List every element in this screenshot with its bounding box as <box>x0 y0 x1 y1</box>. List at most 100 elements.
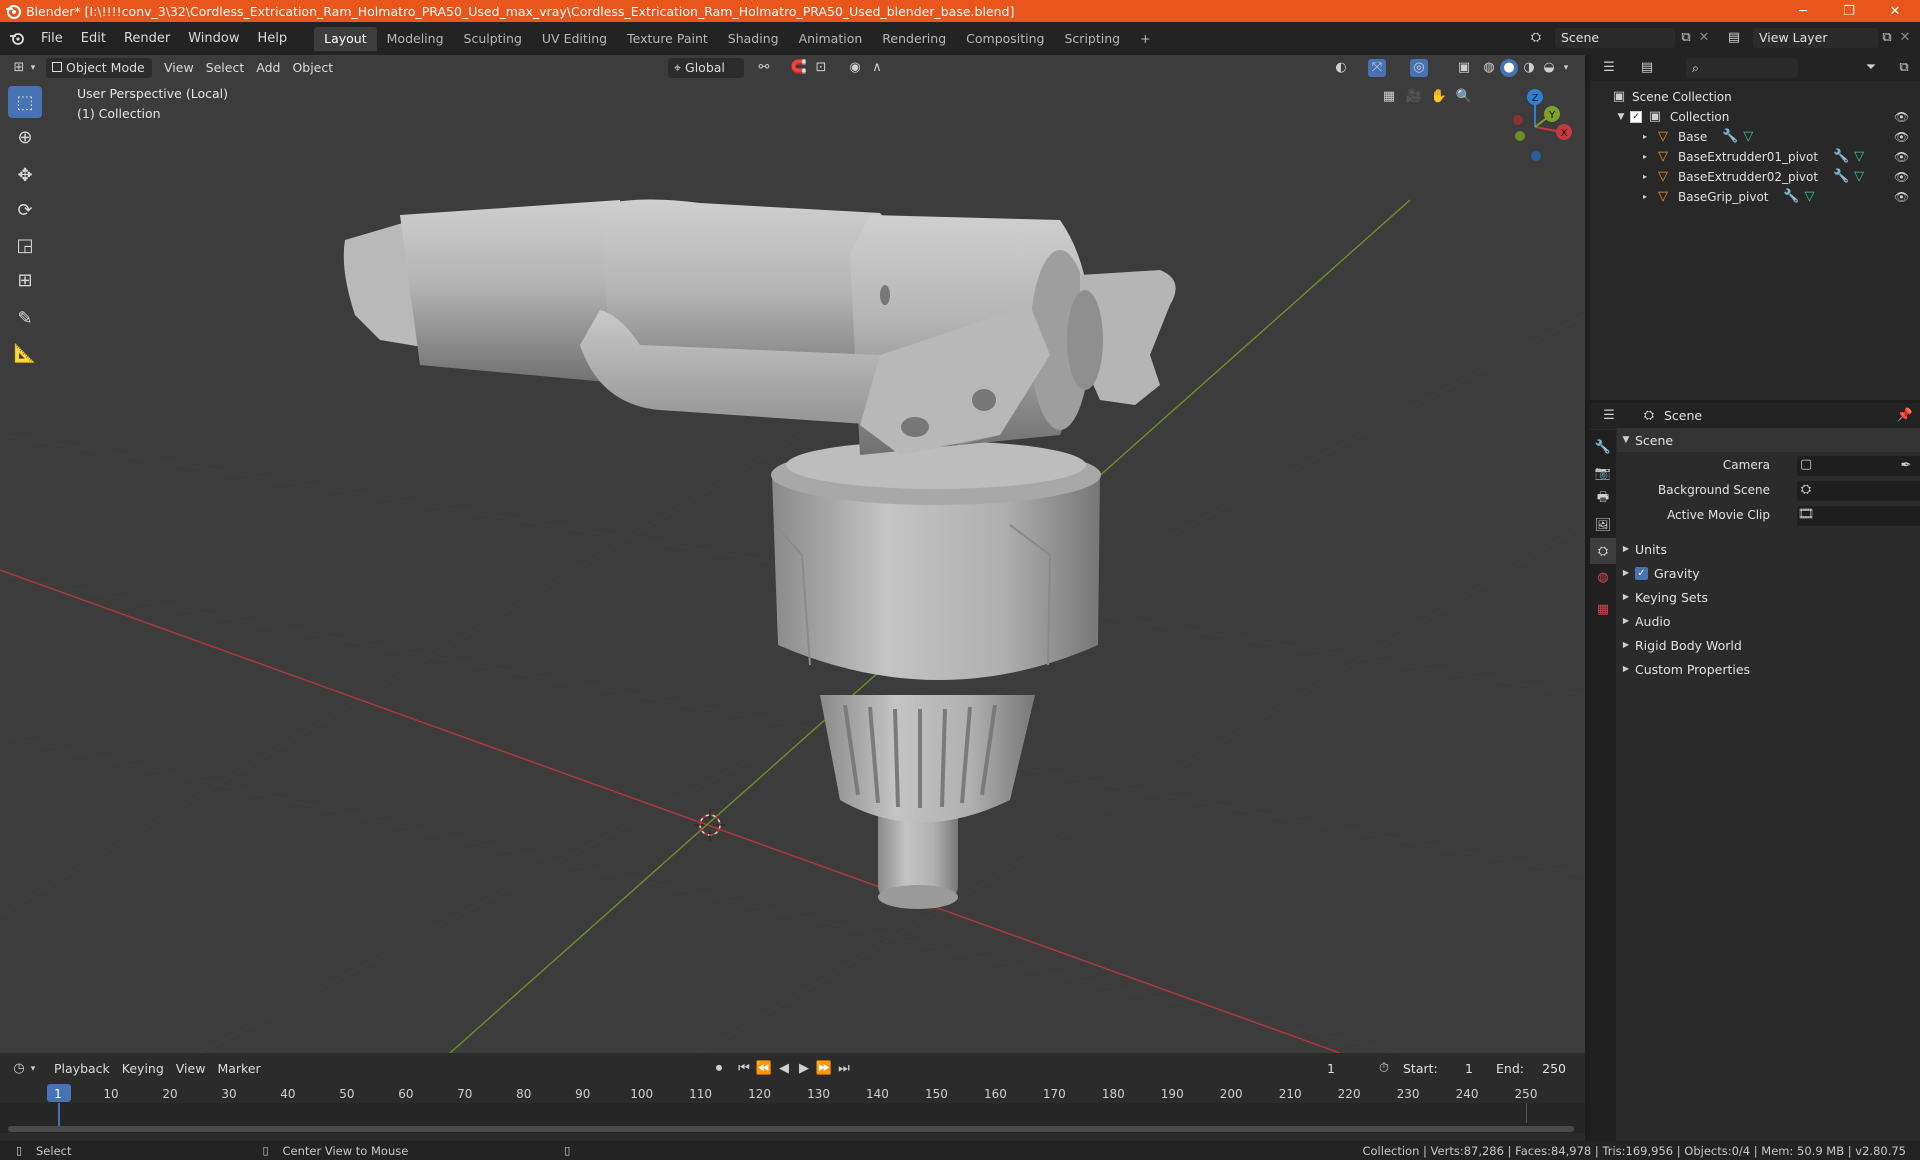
tab-uv-editing[interactable]: UV Editing <box>532 27 617 51</box>
end-frame-field[interactable]: End: 250 <box>1490 1059 1572 1079</box>
viewport-menu-select[interactable]: Select <box>200 58 251 78</box>
jump-start-icon[interactable]: ⏮ <box>735 1060 753 1078</box>
eye-icon[interactable]: 👁 <box>1894 150 1909 164</box>
view-layer-new-icon[interactable]: ⧉ <box>1878 29 1896 47</box>
rigid-body-world-panel-header[interactable]: ▶ Rigid Body World <box>1617 633 1920 657</box>
move-tool[interactable]: ✥ <box>8 159 42 191</box>
scene-new-icon[interactable]: ⧉ <box>1677 29 1695 47</box>
tab-scripting[interactable]: Scripting <box>1055 27 1131 51</box>
expand-right-icon[interactable]: ▸ <box>1636 148 1654 166</box>
record-icon[interactable]: ⏺ <box>710 1060 728 1078</box>
shading-options-chevron-icon[interactable]: ▾ <box>1560 59 1572 77</box>
next-keyframe-icon[interactable]: ⏩ <box>815 1060 833 1078</box>
transform-tool[interactable]: ⊞ <box>8 264 42 296</box>
outliner-search-input[interactable]: ⌕ <box>1686 58 1798 78</box>
expand-down-icon[interactable]: ▼ <box>1612 108 1630 126</box>
scene-panel-header[interactable]: ▼ Scene <box>1617 428 1920 452</box>
snap-icon[interactable]: 🧲 <box>790 59 808 77</box>
outliner-row-baseextrudder01[interactable]: ▸ ▽ BaseExtrudder01_pivot 🔧 ▽ 👁 <box>1590 147 1920 167</box>
timeline-menu-keying[interactable]: Keying <box>116 1059 170 1079</box>
zoom-icon[interactable]: 🔍 <box>1455 88 1473 106</box>
outliner-editor-icon[interactable]: ☰ <box>1600 59 1618 77</box>
active-movie-clip-field[interactable]: 🎞 <box>1797 506 1920 526</box>
tab-scene[interactable]: ⛭ <box>1590 538 1616 564</box>
add-workspace-button[interactable]: + <box>1130 27 1160 51</box>
gizmo-neg-x-axis[interactable] <box>1513 115 1523 125</box>
mesh-data-icon[interactable]: ▽ <box>1850 148 1868 166</box>
transform-orientation-dropdown[interactable]: ⌖ Global <box>668 58 744 78</box>
properties-editor-icon[interactable]: ☰ <box>1600 407 1618 425</box>
viewport-scene[interactable] <box>0 55 1585 1053</box>
rotate-tool[interactable]: ⟳ <box>8 194 42 226</box>
keying-sets-panel-header[interactable]: ▶ Keying Sets <box>1617 585 1920 609</box>
gizmo-neg-y-axis[interactable] <box>1515 131 1525 141</box>
tab-rendering[interactable]: Rendering <box>872 27 956 51</box>
eye-icon[interactable]: 👁 <box>1894 110 1909 124</box>
play-icon[interactable]: ▶ <box>795 1060 813 1078</box>
timeline-menu-marker[interactable]: Marker <box>211 1059 266 1079</box>
prev-keyframe-icon[interactable]: ⏪ <box>755 1060 773 1078</box>
editor-type-icon[interactable]: ⊞ <box>10 59 28 77</box>
snap-target-icon[interactable]: ⊡ <box>812 59 830 77</box>
rendered-shading-icon[interactable]: ◒ <box>1540 59 1558 77</box>
menu-help[interactable]: Help <box>249 28 297 50</box>
tab-layout[interactable]: Layout <box>314 26 377 51</box>
proportional-edit-icon[interactable]: ◉ <box>846 59 864 77</box>
timeline-menu-playback[interactable]: Playback <box>48 1059 116 1079</box>
outliner-row-basegrip[interactable]: ▸ ▽ BaseGrip_pivot 🔧 ▽ 👁 <box>1590 187 1920 207</box>
tab-render[interactable]: 📷 <box>1590 460 1616 486</box>
gizmo-toggle-icon[interactable]: ⤧ <box>1368 59 1386 77</box>
minimize-button[interactable]: ─ <box>1780 0 1826 22</box>
custom-properties-panel-header[interactable]: ▶ Custom Properties <box>1617 657 1920 681</box>
tab-compositing[interactable]: Compositing <box>956 27 1054 51</box>
viewport-menu-view[interactable]: View <box>158 58 200 78</box>
view-layer-close-icon[interactable]: ✕ <box>1896 29 1914 47</box>
timeline-ruler[interactable]: 1 10 20 30 40 50 60 70 80 90 100 110 120 130 140 150 160… <box>0 1083 1585 1103</box>
mesh-data-icon[interactable]: ▽ <box>1801 188 1819 206</box>
menu-edit[interactable]: Edit <box>72 28 115 50</box>
jump-end-icon[interactable]: ⏭ <box>835 1060 853 1078</box>
tab-texture-paint[interactable]: Texture Paint <box>617 27 718 51</box>
toggle-camera-grid-icon[interactable]: ▦ <box>1380 88 1398 106</box>
menu-file[interactable]: File <box>32 28 72 50</box>
checkbox-icon[interactable]: ✓ <box>1630 111 1642 123</box>
pan-hand-icon[interactable]: ✋ <box>1430 88 1448 106</box>
stopwatch-icon[interactable]: ⏱ <box>1375 1060 1393 1078</box>
view-layer-browse-icon[interactable]: ▤ <box>1725 29 1743 47</box>
select-box-tool[interactable]: ⬚ <box>8 86 42 118</box>
visibility-icon[interactable]: ◐ <box>1332 59 1350 77</box>
filter-icon[interactable]: ⏷ <box>1862 59 1880 77</box>
eye-icon[interactable]: 👁 <box>1894 190 1909 204</box>
tab-world[interactable]: ◍ <box>1590 564 1616 590</box>
eye-icon[interactable]: 👁 <box>1894 130 1909 144</box>
overlay-toggle-icon[interactable]: ◎ <box>1410 59 1428 77</box>
navigation-gizmo[interactable]: Z X Y <box>1490 82 1580 172</box>
cursor-tool[interactable]: ⊕ <box>8 121 42 153</box>
expand-right-icon[interactable]: ▸ <box>1636 188 1654 206</box>
outliner-row-base[interactable]: ▸ ▽ Base 🔧 ▽ 👁 <box>1590 127 1920 147</box>
display-mode-icon[interactable]: ▤ <box>1638 59 1656 77</box>
mesh-data-icon[interactable]: ▽ <box>1850 168 1868 186</box>
xray-icon[interactable]: ▣ <box>1455 59 1473 77</box>
gravity-checkbox[interactable]: ✓ <box>1635 566 1648 580</box>
menu-render[interactable]: Render <box>115 28 179 50</box>
current-frame-field[interactable]: 1 <box>1295 1059 1367 1079</box>
viewport-menu-object[interactable]: Object <box>286 58 339 78</box>
timeline-scrollbar[interactable] <box>8 1126 1574 1132</box>
timeline-track[interactable] <box>0 1103 1585 1133</box>
timeline-menu-view[interactable]: View <box>170 1059 212 1079</box>
modifier-wrench-icon[interactable]: 🔧 <box>1721 128 1739 146</box>
3d-viewport[interactable] <box>0 55 1585 1053</box>
scene-close-icon[interactable]: ✕ <box>1695 29 1713 47</box>
object-mode-dropdown[interactable]: Object Mode <box>46 58 152 78</box>
audio-panel-header[interactable]: ▶ Audio <box>1617 609 1920 633</box>
mesh-data-icon[interactable]: ▽ <box>1739 128 1757 146</box>
start-frame-field[interactable]: Start: 1 <box>1397 1059 1479 1079</box>
pivot-icon[interactable]: ⚯ <box>755 59 773 77</box>
material-shading-icon[interactable]: ◑ <box>1520 59 1538 77</box>
measure-tool[interactable]: 📐 <box>8 337 42 369</box>
modifier-wrench-icon[interactable]: 🔧 <box>1832 168 1850 186</box>
tab-sculpting[interactable]: Sculpting <box>454 27 532 51</box>
tab-output[interactable]: 🖶 <box>1590 486 1616 512</box>
close-button[interactable]: ✕ <box>1872 0 1918 22</box>
